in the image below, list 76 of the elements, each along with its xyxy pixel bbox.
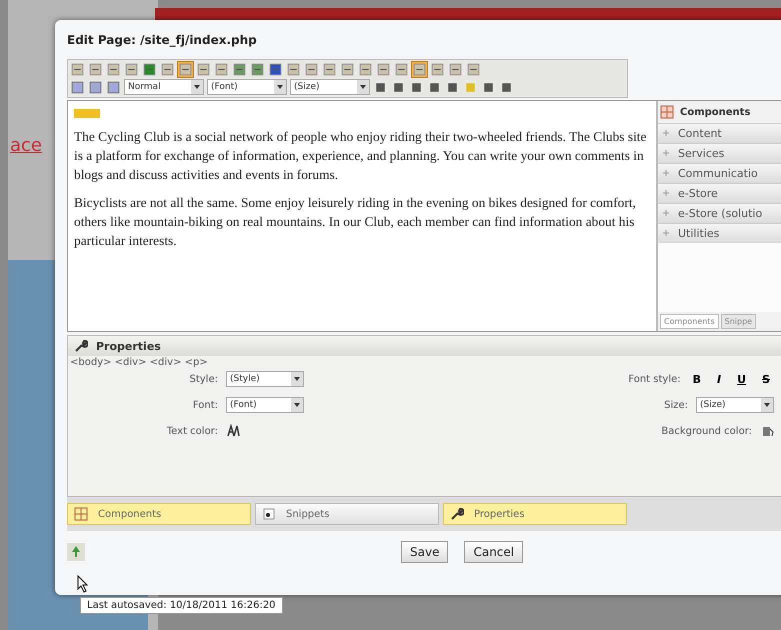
wrench-icon <box>450 507 464 521</box>
dialog-button[interactable]: Cancel <box>464 541 524 563</box>
tooltip: Last autosaved: 10/18/2011 16:26:20 <box>80 597 283 614</box>
field-label: Background color: <box>661 426 752 436</box>
expand-icon <box>662 129 670 137</box>
editor-paragraph: The Cycling Club is a social network of people who enjoy riding their two-wheeled friends. The Clubs site is a platform for exchange of information, experience, and planning. You can write your own comments in blogs and discuss activities and events in forums. <box>74 128 648 184</box>
toolbar-icon[interactable] <box>124 62 139 77</box>
font-style-button[interactable]: B <box>688 372 706 386</box>
text-color-icon[interactable] <box>226 424 240 438</box>
component-group[interactable]: Communicatio <box>658 163 781 183</box>
toolbar-icon[interactable] <box>106 62 121 77</box>
font-style-button[interactable]: I <box>713 372 726 386</box>
panel-toggle-tab[interactable]: Components <box>67 503 251 525</box>
toolbar-icon[interactable] <box>106 80 121 94</box>
expand-icon <box>662 169 670 177</box>
field-label: Font: <box>192 400 218 410</box>
toolbar-icon[interactable] <box>394 62 409 77</box>
toolbar-icon[interactable] <box>412 62 427 77</box>
expand-icon <box>662 149 670 157</box>
format-select[interactable]: Normal <box>124 79 204 95</box>
editor-paragraph: Bicyclists are not all the same. Some enjoy leisurely riding in the evening on bikes designed for comfort, others like mountain-biking on real mountains. In our Club, each member can find information about his particular interests. <box>74 194 637 250</box>
panel-toggle-tab[interactable]: Properties <box>443 503 627 525</box>
toolbar-icon[interactable] <box>376 62 391 77</box>
font-select[interactable]: (Font) <box>207 79 287 95</box>
toolbar-icon[interactable] <box>88 62 103 77</box>
field-label: Text color: <box>166 426 218 436</box>
field-label: Style: <box>188 374 218 384</box>
toolbar-icon[interactable] <box>448 62 463 77</box>
panel-tab[interactable]: Components <box>660 314 719 329</box>
component-group[interactable]: Content <box>658 123 781 143</box>
toolbar-icon[interactable] <box>430 62 445 77</box>
dialog-title: Edit Page: /site_fj/index.php <box>67 32 258 49</box>
autosave-icon[interactable] <box>67 543 85 561</box>
panel-title: Components <box>680 106 750 118</box>
toolbar-icon[interactable] <box>142 62 157 77</box>
expand-icon <box>662 209 670 217</box>
panel-toggle-tab[interactable]: Snippets <box>255 503 439 525</box>
font-style-button[interactable]: U <box>733 372 750 386</box>
toolbar-icon[interactable] <box>268 62 283 77</box>
style-select[interactable]: (Style) <box>226 371 304 387</box>
toolbar-icon[interactable] <box>160 62 175 77</box>
toolbar-icon[interactable] <box>340 62 355 77</box>
expand-icon <box>662 229 670 237</box>
grid-icon <box>660 105 674 119</box>
toolbar-icon[interactable] <box>196 62 211 77</box>
dialog-button[interactable]: Save <box>401 541 448 563</box>
toolbar-icon[interactable] <box>88 80 103 94</box>
toolbar-icon[interactable] <box>358 62 373 77</box>
toolbar-icon[interactable] <box>70 80 85 94</box>
field-label: Size: <box>664 400 688 410</box>
element-marker-icon <box>74 109 100 118</box>
component-group[interactable]: Services <box>658 143 781 163</box>
field-label: Font style: <box>628 374 681 384</box>
toolbar-icon[interactable] <box>304 62 319 77</box>
component-group[interactable]: e-Store <box>658 183 781 203</box>
toolbar-icon[interactable] <box>70 62 85 77</box>
grid-icon <box>74 507 88 521</box>
wrench-icon <box>74 339 88 353</box>
size-select[interactable]: (Size) <box>290 79 370 95</box>
toolbar-icon[interactable] <box>466 62 481 77</box>
snippet-icon <box>262 507 276 521</box>
toolbar-icon[interactable] <box>214 62 229 77</box>
panel-title: Properties <box>96 340 161 352</box>
breadcrumb: <body> <div> <div> <p> <box>69 356 209 369</box>
toolbar-icon[interactable] <box>232 62 247 77</box>
toolbar-icon[interactable] <box>178 62 193 77</box>
font-style-button[interactable]: S <box>758 372 774 386</box>
font-select[interactable]: (Font) <box>226 397 304 413</box>
toolbar-icon[interactable] <box>250 62 265 77</box>
size-select[interactable]: (Size) <box>696 397 774 413</box>
toolbar-icon[interactable] <box>286 62 301 77</box>
expand-icon <box>662 189 670 197</box>
component-group[interactable]: e-Store (solutio <box>658 203 781 223</box>
toolbar-icon[interactable] <box>322 62 337 77</box>
component-group[interactable]: Utilities <box>658 223 781 243</box>
fill-color-icon[interactable] <box>760 424 774 438</box>
